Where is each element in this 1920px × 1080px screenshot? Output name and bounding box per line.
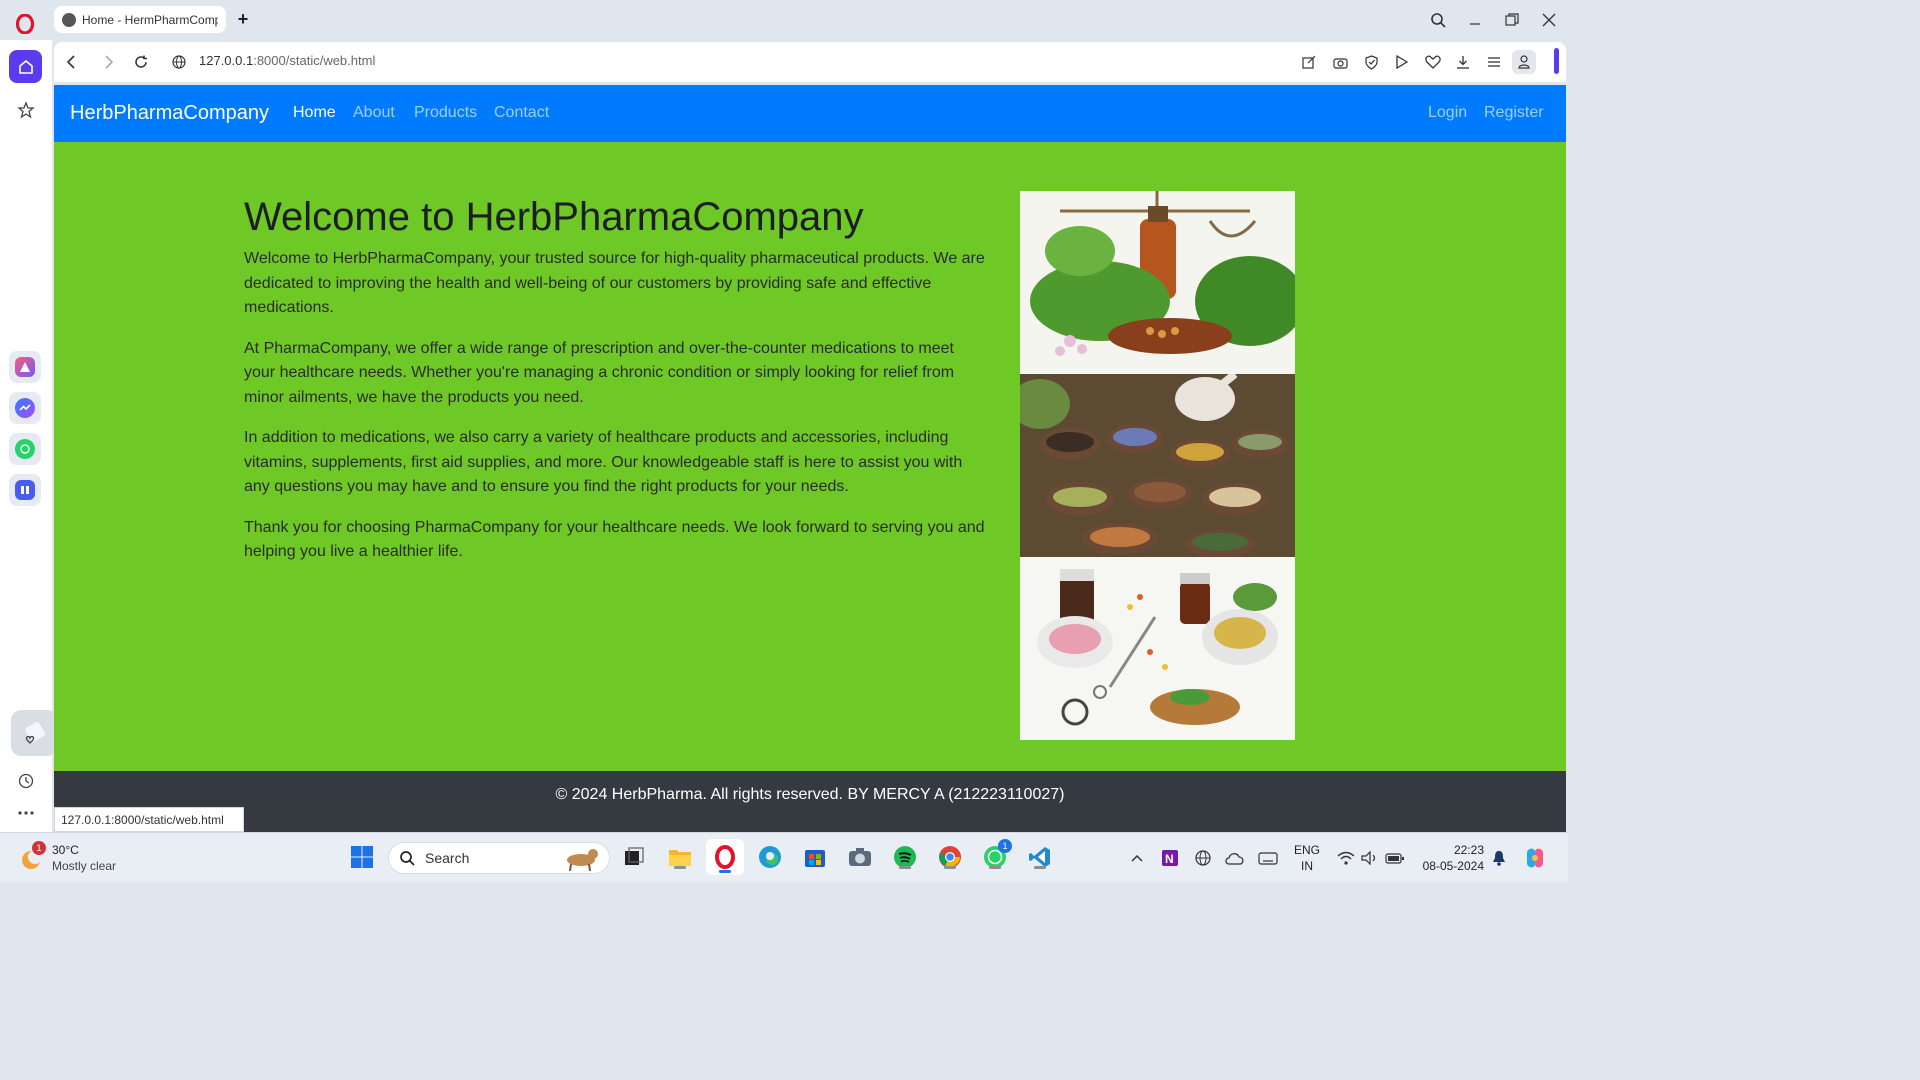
messenger-icon[interactable] <box>9 392 41 424</box>
nav-link-products[interactable]: Products <box>414 104 477 122</box>
intro-paragraph: Welcome to HerbPharmaCompany, your trust… <box>244 250 985 316</box>
windows-start-icon[interactable] <box>348 843 376 871</box>
herbs-scale-image <box>1020 191 1295 374</box>
url-field[interactable]: 127.0.0.1:8000/static/web.html <box>199 53 375 68</box>
taskbar-search[interactable]: Search <box>388 842 610 874</box>
web-page: HerbPharmaCompany Home About Products Co… <box>54 85 1566 832</box>
url-host: 127.0.0.1 <box>199 53 254 68</box>
file-explorer-icon[interactable] <box>666 843 694 871</box>
language-indicator[interactable]: ENG IN <box>1294 842 1320 874</box>
heart-icon[interactable] <box>1421 50 1445 74</box>
search-placeholder: Search <box>425 850 470 866</box>
show-hidden-icons-chevron[interactable] <box>1127 848 1147 868</box>
battery-icon[interactable] <box>1385 848 1405 868</box>
whatsapp-taskbar-icon[interactable]: 1 <box>981 839 1012 871</box>
bookmarks-star-icon[interactable] <box>9 93 42 126</box>
minimize-button[interactable] <box>1463 8 1487 32</box>
footer-copyright: © 2024 HerbPharma. All rights reserved. … <box>555 786 1065 803</box>
whatsapp-badge: 1 <box>998 839 1012 853</box>
download-icon[interactable] <box>1451 50 1475 74</box>
restore-button[interactable] <box>1500 8 1524 32</box>
search-icon <box>400 851 415 866</box>
herb-bowls-image <box>1020 374 1295 557</box>
pinboard-icon[interactable] <box>11 710 57 756</box>
sidebar-toggle[interactable] <box>1554 48 1559 74</box>
herb-image-collage <box>1020 191 1295 742</box>
edge-icon[interactable] <box>756 843 784 871</box>
new-tab-button[interactable]: + <box>232 8 254 30</box>
address-bar: 127.0.0.1:8000/static/web.html <box>54 42 1566 82</box>
opera-taskbar-icon[interactable] <box>706 839 744 875</box>
thanks-paragraph: Thank you for choosing PharmaCompany for… <box>244 518 985 561</box>
products-paragraph: At PharmaCompany, we offer a wide range … <box>244 339 955 406</box>
page-title: Welcome to HerbPharmaCompany <box>244 195 864 239</box>
snapshot-camera-icon[interactable] <box>1328 50 1352 74</box>
site-info-globe-icon[interactable] <box>167 50 191 74</box>
weather-temp: 30°C <box>52 843 79 857</box>
nav-link-login[interactable]: Login <box>1428 104 1467 122</box>
region-code: IN <box>1301 859 1313 873</box>
welcome-section: Welcome to HerbPharmaCompany Welcome to … <box>244 193 986 581</box>
edit-share-icon[interactable] <box>1297 50 1321 74</box>
vscode-icon[interactable] <box>1026 843 1054 871</box>
task-view-icon[interactable] <box>620 843 648 871</box>
chrome-icon[interactable] <box>936 843 964 871</box>
browser-title-bar: Home - HermPharmComp + <box>0 0 1568 40</box>
search-highlight-icon <box>567 849 598 872</box>
aria-app-icon[interactable] <box>9 351 41 383</box>
taskbar-clock[interactable]: 22:23 08-05-2024 <box>1418 842 1484 874</box>
notification-bell-icon[interactable] <box>1489 848 1509 868</box>
volume-icon[interactable] <box>1360 848 1380 868</box>
tab-home[interactable]: Home - HermPharmComp <box>54 6 226 33</box>
link-status-bubble: 127.0.0.1:8000/static/web.html <box>54 807 244 832</box>
wifi-icon[interactable] <box>1336 848 1356 868</box>
close-window-button[interactable] <box>1537 8 1561 32</box>
windows-taskbar: 1 30°C Mostly clear Search 1 N ENG IN 22… <box>0 832 1568 882</box>
copilot-icon[interactable] <box>1522 845 1548 871</box>
site-brand[interactable]: HerbPharmaCompany <box>70 102 269 125</box>
site-footer: © 2024 HerbPharma. All rights reserved. … <box>54 771 1566 832</box>
onedrive-cloud-icon[interactable] <box>1225 848 1245 868</box>
reload-icon[interactable] <box>129 50 153 74</box>
clock-date: 08-05-2024 <box>1422 859 1484 873</box>
url-path: :8000/static/web.html <box>253 53 376 68</box>
spotify-icon[interactable] <box>891 843 919 871</box>
nav-link-about[interactable]: About <box>353 104 395 122</box>
weather-condition: Mostly clear <box>52 859 117 873</box>
search-tabs-icon[interactable] <box>1426 8 1450 32</box>
pharmacy-supplies-image <box>1020 557 1295 740</box>
opera-logo-icon[interactable] <box>13 12 37 36</box>
home-icon[interactable] <box>9 50 42 83</box>
nav-link-contact[interactable]: Contact <box>494 104 549 122</box>
onenote-icon[interactable]: N <box>1160 848 1180 868</box>
svg-text:N: N <box>1165 852 1174 866</box>
back-icon[interactable] <box>59 50 83 74</box>
nav-link-register[interactable]: Register <box>1484 104 1544 122</box>
keyboard-icon[interactable] <box>1258 848 1278 868</box>
opera-sidebar <box>0 40 57 832</box>
nav-link-home[interactable]: Home <box>293 104 336 122</box>
player-play-icon[interactable] <box>1390 50 1414 74</box>
vpn-globe-tray-icon[interactable] <box>1193 848 1213 868</box>
profile-icon[interactable] <box>1512 50 1536 74</box>
easy-setup-menu-icon[interactable] <box>1482 50 1506 74</box>
vpn-shield-icon[interactable] <box>1359 50 1383 74</box>
clock-time: 22:23 <box>1453 843 1484 857</box>
tab-title: Home - HermPharmComp <box>82 12 218 27</box>
more-options-icon[interactable] <box>9 796 42 829</box>
microsoft-store-icon[interactable] <box>801 843 829 871</box>
forward-icon[interactable] <box>97 50 121 74</box>
music-player-icon[interactable] <box>9 474 41 506</box>
camera-app-icon[interactable] <box>846 843 874 871</box>
language-code: ENG <box>1294 843 1321 857</box>
whatsapp-icon[interactable] <box>9 433 41 465</box>
weather-badge: 1 <box>32 841 46 855</box>
globe-icon <box>62 12 76 27</box>
history-clock-icon[interactable] <box>9 764 42 797</box>
accessories-paragraph: In addition to medications, we also carr… <box>244 429 963 495</box>
site-navbar: HerbPharmaCompany Home About Products Co… <box>54 85 1566 142</box>
